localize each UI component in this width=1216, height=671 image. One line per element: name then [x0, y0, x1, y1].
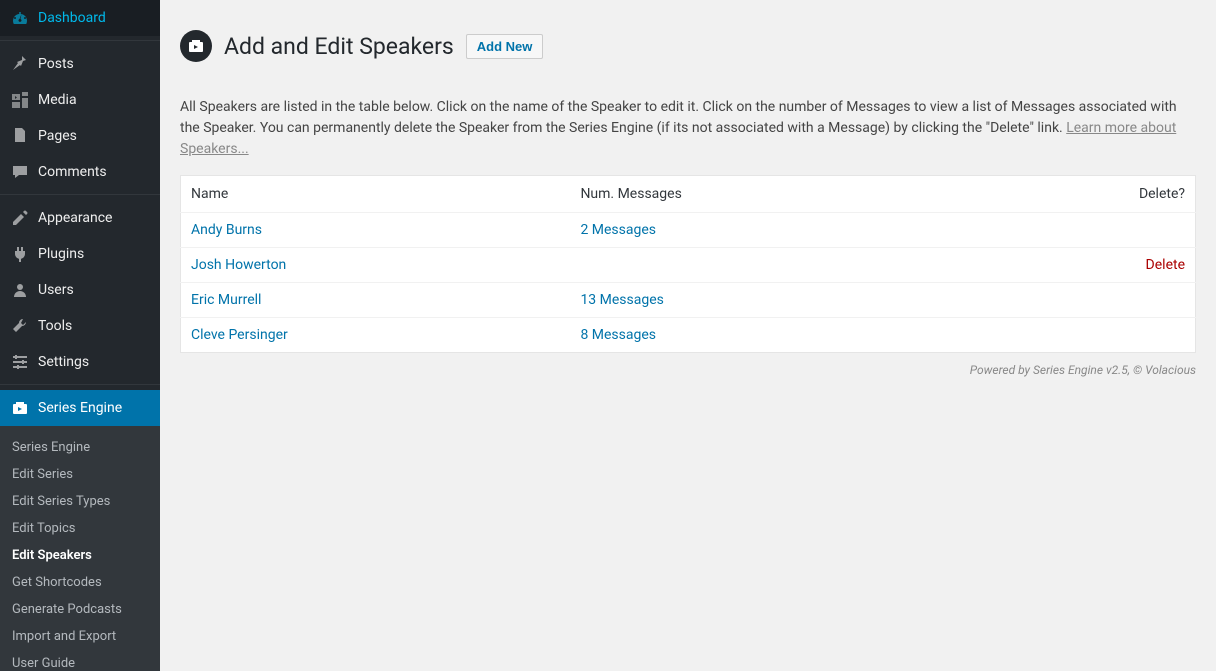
page-header: Add and Edit Speakers Add New — [180, 10, 1196, 77]
sidebar-item-label: Pages — [38, 128, 77, 144]
sidebar-item-label: Users — [38, 282, 74, 298]
submenu-edit-topics[interactable]: Edit Topics — [0, 515, 160, 542]
sidebar-item-pages[interactable]: Pages — [0, 118, 160, 154]
sidebar-item-label: Tools — [38, 318, 72, 334]
plugins-icon — [10, 244, 30, 264]
table-header-delete: Delete? — [974, 176, 1195, 213]
series-engine-icon — [10, 398, 30, 418]
sidebar-item-label: Comments — [38, 164, 107, 180]
users-icon — [10, 280, 30, 300]
sidebar-separator — [0, 190, 160, 195]
series-engine-header-icon — [180, 30, 212, 62]
page-description: All Speakers are listed in the table bel… — [180, 97, 1196, 160]
sidebar-item-plugins[interactable]: Plugins — [0, 236, 160, 272]
sidebar-item-appearance[interactable]: Appearance — [0, 200, 160, 236]
table-header-name: Name — [181, 176, 571, 213]
sidebar-item-tools[interactable]: Tools — [0, 308, 160, 344]
messages-count-link[interactable]: 13 Messages — [580, 292, 663, 308]
submenu-get-shortcodes[interactable]: Get Shortcodes — [0, 569, 160, 596]
footer-credit: Powered by Series Engine v2.5, © Volacio… — [180, 363, 1196, 377]
pin-icon — [10, 54, 30, 74]
table-row: Andy Burns 2 Messages — [181, 213, 1196, 248]
sidebar-item-label: Appearance — [38, 210, 112, 226]
table-row: Josh Howerton Delete — [181, 248, 1196, 283]
speaker-name-link[interactable]: Cleve Persinger — [191, 327, 288, 343]
sidebar-separator — [0, 36, 160, 41]
sidebar-item-dashboard[interactable]: Dashboard — [0, 0, 160, 36]
comments-icon — [10, 162, 30, 182]
sidebar-item-label: Dashboard — [38, 10, 106, 26]
pages-icon — [10, 126, 30, 146]
submenu-edit-speakers[interactable]: Edit Speakers — [0, 542, 160, 569]
submenu-user-guide[interactable]: User Guide — [0, 650, 160, 671]
sidebar-item-comments[interactable]: Comments — [0, 154, 160, 190]
sidebar-separator — [0, 380, 160, 385]
delete-link[interactable]: Delete — [1146, 257, 1185, 273]
submenu-edit-series[interactable]: Edit Series — [0, 461, 160, 488]
submenu-edit-series-types[interactable]: Edit Series Types — [0, 488, 160, 515]
sidebar-submenu: Series Engine Edit Series Edit Series Ty… — [0, 426, 160, 671]
speaker-name-link[interactable]: Andy Burns — [191, 222, 262, 238]
speaker-name-link[interactable]: Josh Howerton — [191, 257, 286, 273]
add-new-button[interactable]: Add New — [466, 34, 544, 59]
sidebar-item-settings[interactable]: Settings — [0, 344, 160, 380]
tools-icon — [10, 316, 30, 336]
submenu-series-engine[interactable]: Series Engine — [0, 434, 160, 461]
sidebar-item-label: Settings — [38, 354, 89, 370]
messages-count-link[interactable]: 8 Messages — [580, 327, 656, 343]
sidebar-item-label: Posts — [38, 56, 74, 72]
appearance-icon — [10, 208, 30, 228]
table-header-messages: Num. Messages — [570, 176, 974, 213]
sidebar-item-label: Media — [38, 92, 77, 108]
speaker-name-link[interactable]: Eric Murrell — [191, 292, 261, 308]
description-text: All Speakers are listed in the table bel… — [180, 99, 1177, 136]
admin-sidebar: Dashboard Posts Media Pages Comments App… — [0, 0, 160, 671]
submenu-generate-podcasts[interactable]: Generate Podcasts — [0, 596, 160, 623]
main-content: Add and Edit Speakers Add New All Speake… — [160, 0, 1216, 671]
media-icon — [10, 90, 30, 110]
messages-count-link[interactable]: 2 Messages — [580, 222, 656, 238]
sidebar-item-series-engine[interactable]: Series Engine — [0, 390, 160, 426]
submenu-import-export[interactable]: Import and Export — [0, 623, 160, 650]
sidebar-item-media[interactable]: Media — [0, 82, 160, 118]
sidebar-item-users[interactable]: Users — [0, 272, 160, 308]
settings-icon — [10, 352, 30, 372]
table-row: Eric Murrell 13 Messages — [181, 283, 1196, 318]
dashboard-icon — [10, 8, 30, 28]
table-header-row: Name Num. Messages Delete? — [181, 176, 1196, 213]
table-row: Cleve Persinger 8 Messages — [181, 318, 1196, 353]
sidebar-item-label: Plugins — [38, 246, 84, 262]
sidebar-item-posts[interactable]: Posts — [0, 46, 160, 82]
speakers-table: Name Num. Messages Delete? Andy Burns 2 … — [180, 175, 1196, 353]
sidebar-item-label: Series Engine — [38, 400, 122, 416]
page-title: Add and Edit Speakers — [224, 33, 454, 60]
